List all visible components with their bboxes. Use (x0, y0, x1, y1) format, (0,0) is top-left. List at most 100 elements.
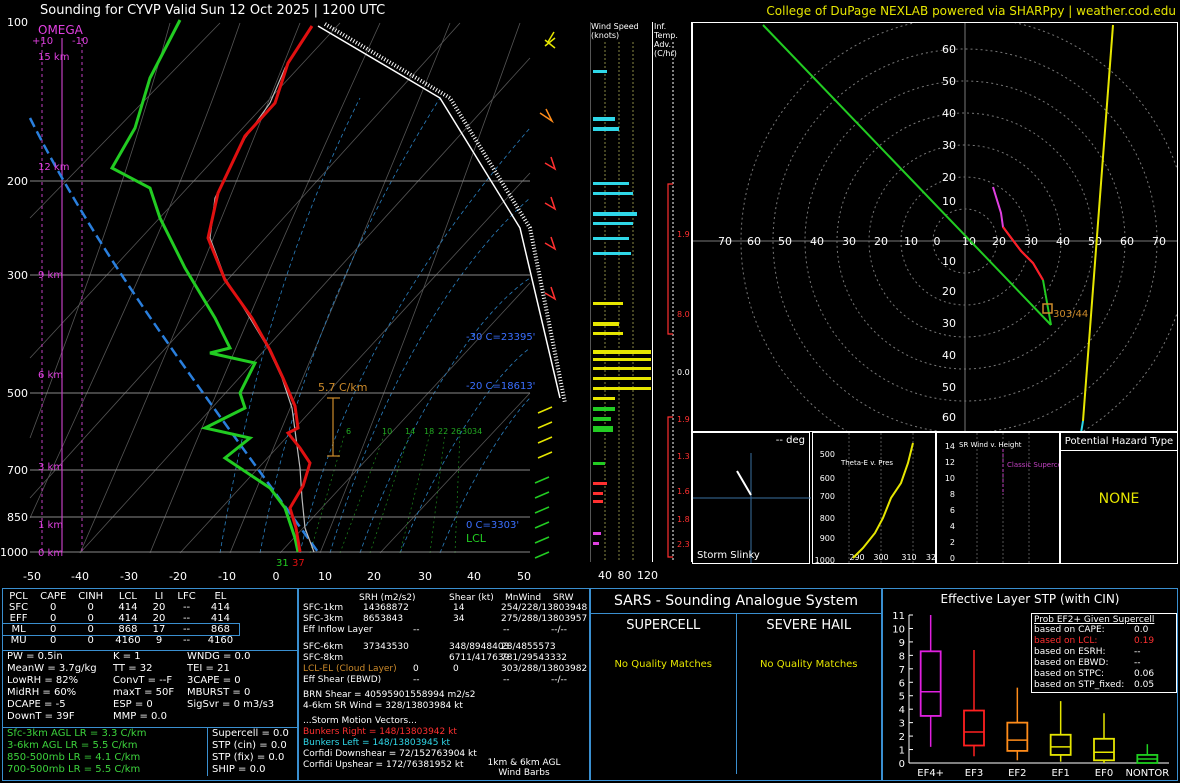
temp-label: -10 (218, 570, 236, 583)
hodo-y-label: 40 (942, 349, 956, 362)
index-item: MidRH = 60% (7, 687, 77, 698)
prob-title: Prob EF2+ Given Supercell (1034, 615, 1155, 625)
composite-index: STP (cin) = 0.0 (212, 740, 287, 751)
temp-label: 10 (318, 570, 332, 583)
theta-x-tick: 300 (873, 553, 888, 562)
col-header: SRH (m2/s2) (359, 593, 416, 603)
hodo-y-label: 50 (942, 381, 956, 394)
col-header: Shear (kt) (449, 593, 494, 603)
hodo-y-label: 60 (942, 43, 956, 56)
y-tick-label: 8 (899, 651, 905, 662)
hodograph: 70 60 50 40 30 20 10 0 10 20 30 40 50 60… (692, 22, 1178, 432)
x-tick-label: EF1 (1051, 768, 1069, 779)
col-header: LCL (118, 591, 137, 602)
omega-tick: -10 (72, 36, 88, 47)
temp-label: 20 (367, 570, 381, 583)
index-item: ConvT = --F (113, 675, 173, 686)
hodo-y-label: 20 (942, 171, 956, 184)
sars-hail: SEVERE HAIL (766, 618, 852, 633)
hodo-x-label: 20 (992, 235, 1006, 248)
height-label: 3 km (38, 462, 63, 473)
height-label: 9 km (38, 270, 63, 281)
hodo-x-label: 50 (778, 235, 792, 248)
index-item: TT = 32 (113, 663, 153, 674)
thermo-panel: PCL CAPE CINH LCL LI LFC EL SFC 0 0 414 20 --… (1, 588, 298, 781)
barb-label: 1km & 6km AGL Wind Barbs (487, 758, 561, 778)
pressure-label: 850 (7, 511, 28, 524)
theta-e-panel: 500 600 700 800 900 1000 290 300 310 32 … (812, 432, 936, 564)
pressure-label: 700 (7, 464, 28, 477)
lcl-label: LCL (466, 532, 487, 545)
wind-speed-ticks: 40 80 120 (598, 569, 658, 582)
y-tick-label: 7 (899, 665, 905, 676)
theta-p-tick: 800 (820, 514, 835, 523)
index-item: ESP = 0 (113, 699, 153, 710)
y-tick-label: 0 (899, 759, 905, 770)
col-header: PCL (9, 591, 28, 602)
temp-adv-value: 1.6 (677, 487, 690, 496)
y-tick-label: 5 (899, 692, 905, 703)
index-item: DCAPE = -5 (7, 699, 66, 710)
prob-row: based on CAPE: 0.0 (1034, 625, 1149, 635)
x-tick-label: EF3 (965, 768, 983, 779)
col-header: SRW (553, 593, 574, 603)
mixing-ratio-label: 34 (472, 427, 482, 436)
theta-x-tick: 32 (926, 553, 936, 562)
hodo-x-label: 30 (842, 235, 856, 248)
hodo-x-label: 60 (1120, 235, 1134, 248)
hodo-y-label: 10 (942, 255, 956, 268)
temp-adv-value: 0.0 (677, 368, 690, 377)
index-item: K = 1 (113, 651, 141, 662)
temp-label: -20 (169, 570, 187, 583)
pressure-label: 200 (7, 175, 28, 188)
mixing-ratio-label: 22 (438, 427, 448, 436)
mixing-ratio-label: 18 (424, 427, 434, 436)
mixing-ratio-label: 10 (382, 427, 392, 436)
theta-p-tick: 1000 (815, 556, 835, 564)
sfc-temp: 31 (276, 558, 289, 569)
table-row: SFC-3km 8653843 34 275/288/13803957 (303, 614, 588, 624)
sr-title: SR Wind v. Height (959, 441, 1022, 449)
col-header: EL (214, 591, 227, 602)
temp-adv-value: 2.3 (677, 540, 690, 549)
stp-title: Effective Layer STP (with CIN) (940, 592, 1120, 606)
hodo-x-label: 40 (810, 235, 824, 248)
hazard-panel: Potential Hazard Type NONE (1060, 432, 1178, 564)
x-tick-label: EF0 (1095, 768, 1113, 779)
theta-p-tick: 600 (820, 474, 835, 483)
sars-title: SARS - Sounding Analogue System (614, 593, 858, 609)
x-tick-label: NONTOR (1125, 768, 1169, 779)
hodo-y-label: 40 (942, 107, 956, 120)
pressure-label: 100 (7, 18, 28, 29)
index-item: MMP = 0.0 (113, 711, 167, 722)
sr-h-tick: 12 (945, 458, 955, 467)
temp-label: -50 (23, 570, 41, 583)
index-item: LowRH = 82% (7, 675, 79, 686)
height-label: 1 km (38, 520, 63, 531)
pressure-label: 1000 (0, 546, 28, 559)
y-tick-label: 11 (892, 611, 905, 622)
temp-label: -30 (120, 570, 138, 583)
skewt-diagram: 15 km 12 km 9 km 6 km 3 km 1 km 0 km OME… (0, 18, 590, 583)
table-row: MU 0 0 4160 9 -- 4160 (10, 635, 234, 646)
temp-adv-value: 1.9 (677, 415, 690, 424)
hodo-x-label: 10 (904, 235, 918, 248)
theta-p-tick: 900 (820, 534, 835, 543)
temp-adv-value: 8.0 (677, 310, 690, 319)
theta-p-tick: 700 (820, 492, 835, 501)
lapse-rate: 700-500mb LR = 5.5 C/km (7, 764, 141, 775)
theta-title: Theta-E v. Pres (840, 459, 893, 467)
theta-p-tick: 500 (820, 450, 835, 459)
sr-h-tick: 14 (945, 442, 955, 451)
sr-h-tick: 6 (950, 506, 955, 515)
sr-h-tick: 10 (945, 474, 955, 483)
theta-x-tick: 310 (901, 553, 916, 562)
lapse-label: 5.7 C/km (318, 381, 367, 394)
hodo-x-label: 20 (874, 235, 888, 248)
slinky-label: Storm Slinky (697, 550, 760, 561)
col-header: MnWind (505, 593, 542, 603)
sars-sup-matches: No Quality Matches (614, 659, 713, 670)
wind-speed-tick: 40 (598, 569, 612, 582)
y-tick-label: 6 (899, 678, 905, 689)
x-tick-label: EF2 (1008, 768, 1026, 779)
